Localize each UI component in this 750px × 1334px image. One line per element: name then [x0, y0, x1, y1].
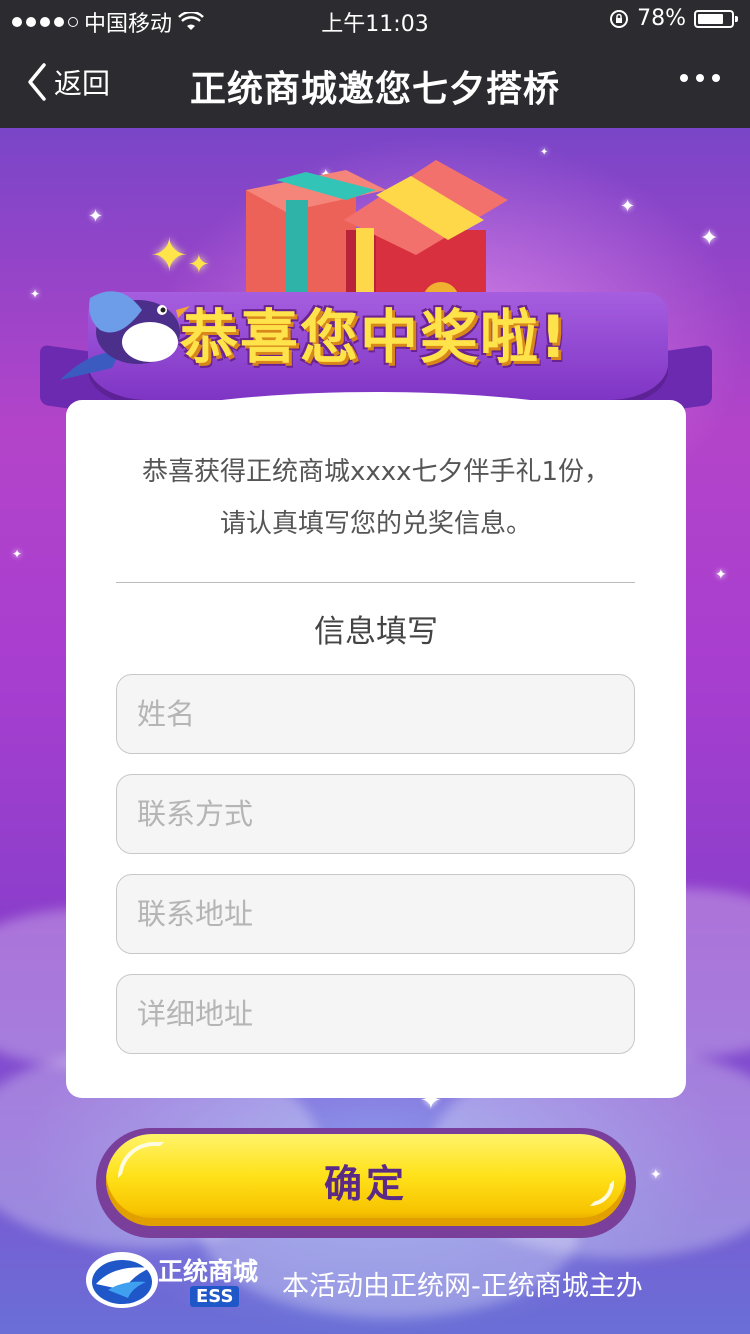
status-bar: 中国移动 上午11:03 78% — [0, 0, 750, 40]
magpie-bird-illustration — [60, 291, 190, 380]
status-right: 78% — [609, 6, 738, 31]
battery-icon — [694, 9, 738, 28]
battery-percent: 78% — [637, 6, 686, 31]
footer-brand: 正统商城 — [158, 1257, 259, 1286]
detail-address-input[interactable] — [116, 974, 635, 1054]
confirm-button[interactable]: 确定 — [106, 1134, 626, 1226]
contact-input[interactable] — [116, 774, 635, 854]
more-dot-icon — [680, 74, 688, 82]
divider — [116, 582, 635, 583]
form-title: 信息填写 — [314, 614, 438, 650]
sparkle-icon: ✦ — [150, 228, 189, 282]
address-input[interactable] — [116, 874, 635, 954]
rotation-lock-icon — [610, 9, 629, 28]
more-options-button[interactable] — [680, 74, 720, 82]
more-dot-icon — [696, 74, 704, 82]
organizer-text: 本活动由正统网-正统商城主办 — [282, 1271, 643, 1302]
footer-brand-sub: ESS — [190, 1286, 240, 1307]
page-title: 正统商城邀您七夕搭桥 — [189, 69, 560, 110]
ess-logo-icon — [86, 1252, 158, 1308]
congrats-headline: 恭喜您中奖啦! — [180, 303, 569, 371]
nav-bar: 返回 正统商城邀您七夕搭桥 — [0, 40, 750, 128]
name-input[interactable] — [116, 674, 635, 754]
battery-fill — [698, 13, 723, 24]
congrats-message-line1: 恭喜获得正统商城xxxx七夕伴手礼1份， — [141, 457, 611, 487]
congrats-message-line2: 请认真填写您的兑奖信息。 — [219, 509, 532, 539]
sparkle-icon: ✦ — [188, 250, 210, 280]
more-dot-icon — [712, 74, 720, 82]
